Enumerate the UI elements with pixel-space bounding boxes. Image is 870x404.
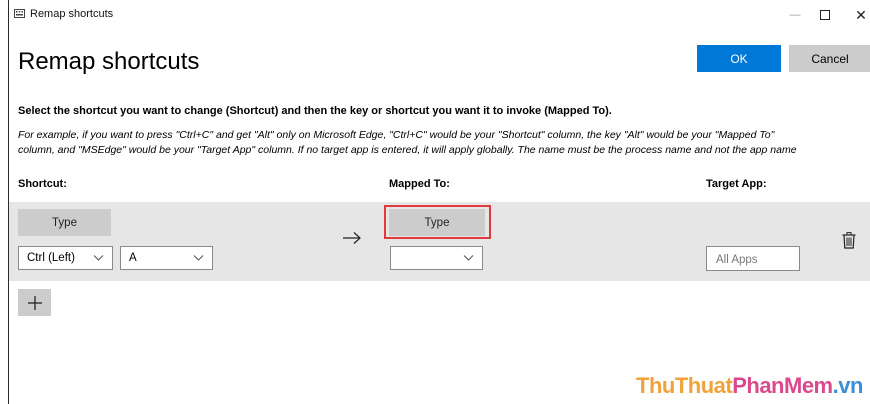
window-title: Remap shortcuts — [30, 8, 114, 20]
shortcut-modifier-value: Ctrl (Left) — [27, 252, 75, 264]
column-header-shortcut: Shortcut: — [18, 178, 67, 190]
title-bar: Remap shortcuts — ✕ — [9, 0, 870, 30]
maximize-icon — [820, 10, 830, 20]
cancel-button[interactable]: Cancel — [789, 45, 870, 72]
remap-shortcuts-window: Remap shortcuts — ✕ Remap shortcuts OK C… — [8, 0, 870, 404]
instruction-text: Select the shortcut you want to change (… — [18, 105, 612, 117]
column-header-mapped-to: Mapped To: — [389, 178, 450, 190]
close-button[interactable]: ✕ — [841, 0, 870, 30]
minimize-icon: — — [789, 9, 801, 21]
ok-button[interactable]: OK — [697, 45, 781, 72]
column-header-target-app: Target App: — [706, 178, 767, 190]
example-text: For example, if you want to press "Ctrl+… — [18, 128, 870, 158]
target-app-field[interactable] — [706, 246, 802, 271]
trash-icon[interactable] — [842, 232, 856, 249]
chevron-down-icon — [463, 255, 474, 261]
highlight-box — [384, 205, 491, 239]
chevron-down-icon — [193, 255, 204, 261]
shortcut-modifier-dropdown[interactable]: Ctrl (Left) — [18, 246, 113, 270]
arrow-right-icon — [343, 232, 361, 244]
watermark-part-2: PhanMem — [732, 373, 833, 398]
close-icon: ✕ — [855, 6, 867, 23]
watermark-logo: ThuThuatPhanMem.vn — [636, 373, 863, 399]
mapped-to-dropdown[interactable] — [390, 246, 483, 270]
shortcut-key-dropdown[interactable]: A — [120, 246, 213, 270]
example-line-2: column, and "MSEdge" would be your "Targ… — [18, 144, 797, 156]
watermark-part-1: ThuThuat — [636, 373, 733, 398]
chevron-down-icon — [93, 255, 104, 261]
add-shortcut-button[interactable] — [18, 289, 51, 316]
maximize-button[interactable] — [805, 0, 845, 30]
keyboard-icon — [14, 9, 25, 18]
watermark-part-3: .vn — [832, 373, 864, 398]
target-app-input[interactable] — [714, 248, 802, 271]
example-line-1: For example, if you want to press "Ctrl+… — [18, 129, 775, 141]
plus-icon — [27, 295, 42, 310]
shortcut-type-button[interactable]: Type — [18, 209, 111, 236]
page-title: Remap shortcuts — [18, 48, 200, 75]
shortcut-key-value: A — [129, 252, 137, 264]
